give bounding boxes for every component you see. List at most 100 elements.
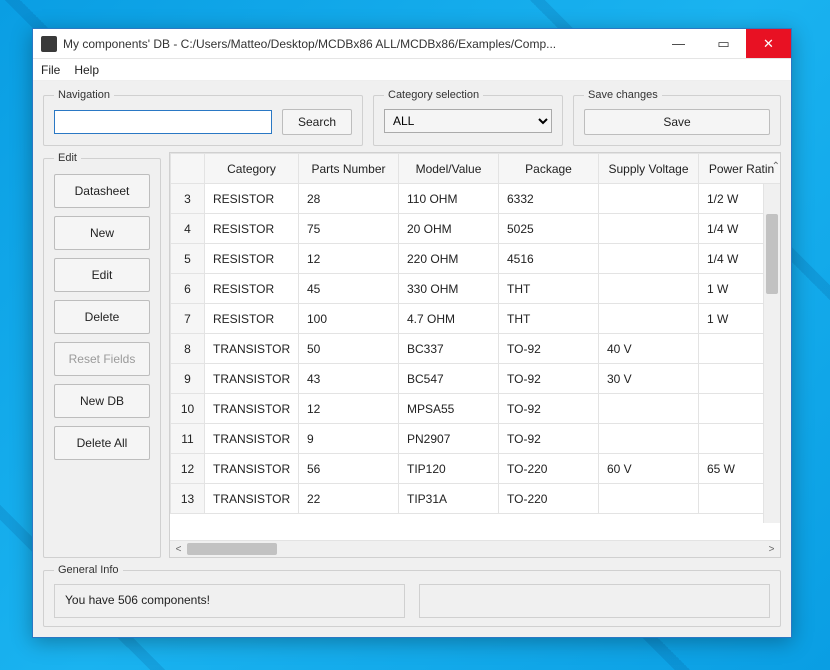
table-row[interactable]: 3RESISTOR28110 OHM63321/2 W (171, 184, 781, 214)
delete-all-button[interactable]: Delete All (54, 426, 150, 460)
table-row[interactable]: 8TRANSISTOR50BC337TO-9240 V (171, 334, 781, 364)
cell[interactable]: THT (499, 274, 599, 304)
minimize-button[interactable]: — (656, 29, 701, 58)
cell[interactable] (599, 274, 699, 304)
cell[interactable]: 330 OHM (399, 274, 499, 304)
cell[interactable] (599, 214, 699, 244)
table-row[interactable]: 9TRANSISTOR43BC547TO-9230 V (171, 364, 781, 394)
row-number[interactable]: 13 (171, 484, 205, 514)
cell[interactable]: 6332 (499, 184, 599, 214)
menu-help[interactable]: Help (74, 63, 99, 77)
close-button[interactable]: ✕ (746, 29, 791, 58)
delete-button[interactable]: Delete (54, 300, 150, 334)
col-package[interactable]: Package (499, 154, 599, 184)
row-number[interactable]: 11 (171, 424, 205, 454)
cell[interactable]: TO-92 (499, 364, 599, 394)
row-number[interactable]: 6 (171, 274, 205, 304)
row-number[interactable]: 5 (171, 244, 205, 274)
cell[interactable]: 75 (299, 214, 399, 244)
cell[interactable]: BC337 (399, 334, 499, 364)
col-category[interactable]: Category (205, 154, 299, 184)
cell[interactable]: TO-220 (499, 484, 599, 514)
cell[interactable]: 56 (299, 454, 399, 484)
cell[interactable]: TO-92 (499, 394, 599, 424)
cell[interactable]: THT (499, 304, 599, 334)
cell[interactable]: TRANSISTOR (205, 424, 299, 454)
table-row[interactable]: 6RESISTOR45330 OHMTHT1 W (171, 274, 781, 304)
scroll-left-icon[interactable]: < (170, 544, 187, 555)
edit-button[interactable]: Edit (54, 258, 150, 292)
scroll-right-icon[interactable]: > (763, 544, 780, 555)
cell[interactable]: TO-92 (499, 334, 599, 364)
cell[interactable] (599, 304, 699, 334)
row-number[interactable]: 9 (171, 364, 205, 394)
col-model-value[interactable]: Model/Value (399, 154, 499, 184)
cell[interactable]: 20 OHM (399, 214, 499, 244)
cell[interactable]: TRANSISTOR (205, 484, 299, 514)
cell[interactable]: 4.7 OHM (399, 304, 499, 334)
cell[interactable]: 100 (299, 304, 399, 334)
col-power-rating[interactable]: Power Ratin⌃ (699, 154, 781, 184)
cell[interactable] (599, 244, 699, 274)
cell[interactable]: 60 V (599, 454, 699, 484)
titlebar[interactable]: My components' DB - C:/Users/Matteo/Desk… (33, 29, 791, 59)
table-row[interactable]: 13TRANSISTOR22TIP31ATO-220 (171, 484, 781, 514)
row-number[interactable]: 7 (171, 304, 205, 334)
cell[interactable]: BC547 (399, 364, 499, 394)
maximize-button[interactable]: ▭ (701, 29, 746, 58)
reset-fields-button[interactable]: Reset Fields (54, 342, 150, 376)
cell[interactable] (599, 394, 699, 424)
table-viewport[interactable]: Category Parts Number Model/Value Packag… (170, 153, 780, 540)
cell[interactable] (599, 424, 699, 454)
cell[interactable] (599, 484, 699, 514)
cell[interactable]: 30 V (599, 364, 699, 394)
new-db-button[interactable]: New DB (54, 384, 150, 418)
cell[interactable]: 220 OHM (399, 244, 499, 274)
cell[interactable]: 110 OHM (399, 184, 499, 214)
table-row[interactable]: 4RESISTOR7520 OHM50251/4 W (171, 214, 781, 244)
category-select[interactable]: ALL (384, 109, 552, 133)
search-button[interactable]: Search (282, 109, 352, 135)
cell[interactable]: TO-220 (499, 454, 599, 484)
cell[interactable]: MPSA55 (399, 394, 499, 424)
col-parts-number[interactable]: Parts Number (299, 154, 399, 184)
row-number[interactable]: 10 (171, 394, 205, 424)
table-row[interactable]: 7RESISTOR1004.7 OHMTHT1 W (171, 304, 781, 334)
cell[interactable]: RESISTOR (205, 214, 299, 244)
cell[interactable]: TIP120 (399, 454, 499, 484)
table-row[interactable]: 10TRANSISTOR12MPSA55TO-92 (171, 394, 781, 424)
vertical-scrollbar[interactable] (763, 184, 780, 523)
new-button[interactable]: New (54, 216, 150, 250)
horizontal-scrollbar-thumb[interactable] (187, 543, 277, 555)
cell[interactable]: TRANSISTOR (205, 334, 299, 364)
cell[interactable]: 5025 (499, 214, 599, 244)
horizontal-scrollbar[interactable]: < > (170, 540, 780, 557)
row-number[interactable]: 8 (171, 334, 205, 364)
cell[interactable] (599, 184, 699, 214)
row-number[interactable]: 12 (171, 454, 205, 484)
save-button[interactable]: Save (584, 109, 770, 135)
cell[interactable]: TRANSISTOR (205, 394, 299, 424)
cell[interactable]: 50 (299, 334, 399, 364)
cell[interactable]: 22 (299, 484, 399, 514)
datasheet-button[interactable]: Datasheet (54, 174, 150, 208)
cell[interactable]: 28 (299, 184, 399, 214)
cell[interactable]: 45 (299, 274, 399, 304)
table-row[interactable]: 5RESISTOR12220 OHM45161/4 W (171, 244, 781, 274)
cell[interactable]: 43 (299, 364, 399, 394)
row-number[interactable]: 3 (171, 184, 205, 214)
cell[interactable]: 12 (299, 394, 399, 424)
col-supply-voltage[interactable]: Supply Voltage (599, 154, 699, 184)
cell[interactable]: RESISTOR (205, 304, 299, 334)
search-input[interactable] (54, 110, 272, 134)
cell[interactable]: 4516 (499, 244, 599, 274)
row-number-header[interactable] (171, 154, 205, 184)
cell[interactable]: 9 (299, 424, 399, 454)
menu-file[interactable]: File (41, 63, 60, 77)
table-row[interactable]: 12TRANSISTOR56TIP120TO-22060 V65 W (171, 454, 781, 484)
cell[interactable]: TO-92 (499, 424, 599, 454)
vertical-scrollbar-thumb[interactable] (766, 214, 778, 294)
cell[interactable]: RESISTOR (205, 244, 299, 274)
cell[interactable]: TIP31A (399, 484, 499, 514)
cell[interactable]: 12 (299, 244, 399, 274)
